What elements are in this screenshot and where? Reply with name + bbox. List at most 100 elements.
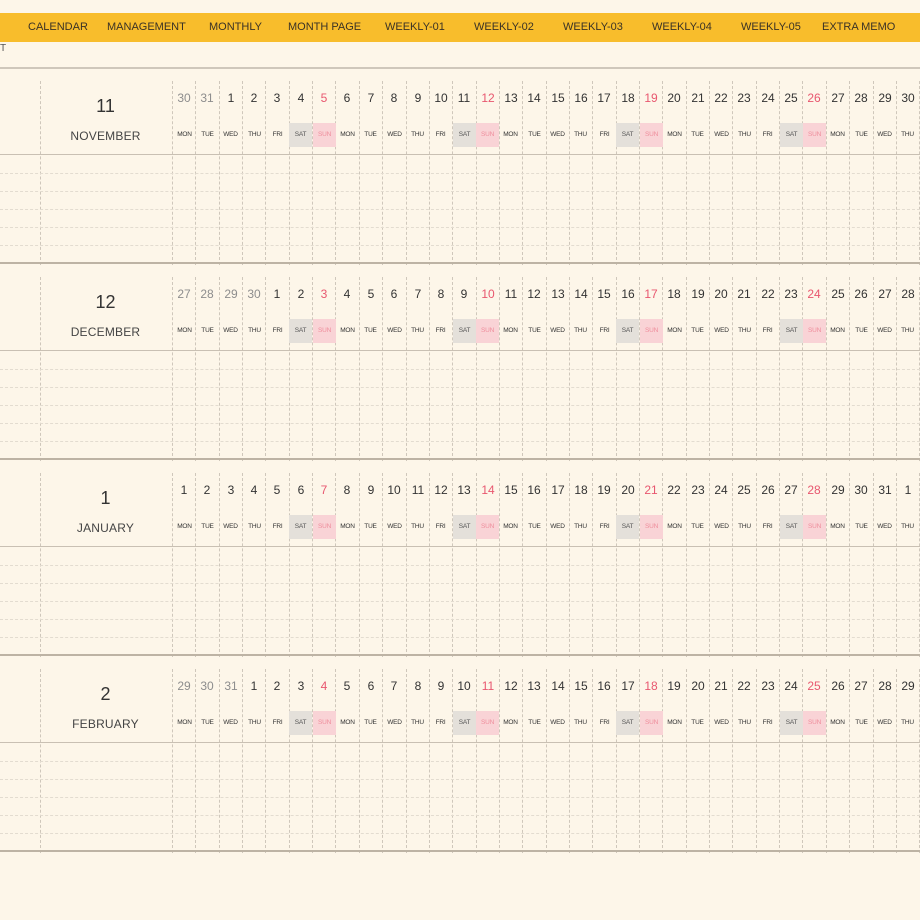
day-number[interactable]: 9 <box>452 287 476 301</box>
day-number[interactable]: 25 <box>732 483 756 497</box>
day-number[interactable]: 6 <box>335 91 359 105</box>
day-number[interactable]: 2 <box>289 287 313 301</box>
day-number[interactable]: 13 <box>499 91 523 105</box>
day-number[interactable]: 12 <box>522 287 546 301</box>
day-number[interactable]: 28 <box>195 287 219 301</box>
day-number[interactable]: 8 <box>335 483 359 497</box>
day-number[interactable]: 12 <box>499 679 523 693</box>
day-number[interactable]: 30 <box>195 679 219 693</box>
day-number[interactable]: 2 <box>242 91 266 105</box>
day-number[interactable]: 5 <box>335 679 359 693</box>
day-number[interactable]: 30 <box>896 91 920 105</box>
day-number[interactable]: 10 <box>452 679 476 693</box>
day-number[interactable]: 11 <box>499 287 523 301</box>
day-number[interactable]: 19 <box>592 483 616 497</box>
day-number[interactable]: 5 <box>359 287 383 301</box>
day-number[interactable]: 10 <box>429 91 453 105</box>
day-number[interactable]: 19 <box>639 91 663 105</box>
day-number[interactable]: 26 <box>826 679 850 693</box>
day-number[interactable]: 25 <box>802 679 826 693</box>
day-number[interactable]: 15 <box>499 483 523 497</box>
day-number[interactable]: 19 <box>686 287 710 301</box>
day-number[interactable]: 1 <box>172 483 196 497</box>
day-number[interactable]: 12 <box>429 483 453 497</box>
day-number[interactable]: 23 <box>732 91 756 105</box>
day-number[interactable]: 12 <box>476 91 500 105</box>
day-number[interactable]: 27 <box>779 483 803 497</box>
day-number[interactable]: 10 <box>382 483 406 497</box>
day-number[interactable]: 14 <box>546 679 570 693</box>
day-number[interactable]: 15 <box>546 91 570 105</box>
day-number[interactable]: 23 <box>779 287 803 301</box>
day-number[interactable]: 8 <box>429 287 453 301</box>
day-number[interactable]: 4 <box>312 679 336 693</box>
day-number[interactable]: 6 <box>359 679 383 693</box>
day-number[interactable]: 28 <box>849 91 873 105</box>
day-number[interactable]: 31 <box>219 679 243 693</box>
day-number[interactable]: 4 <box>335 287 359 301</box>
day-number[interactable]: 15 <box>592 287 616 301</box>
day-number[interactable]: 30 <box>849 483 873 497</box>
day-number[interactable]: 3 <box>219 483 243 497</box>
day-number[interactable]: 24 <box>779 679 803 693</box>
day-number[interactable]: 22 <box>709 91 733 105</box>
day-number[interactable]: 24 <box>802 287 826 301</box>
nav-tab-extra-memo[interactable]: EXTRA MEMO <box>822 13 895 42</box>
day-number[interactable]: 22 <box>756 287 780 301</box>
day-number[interactable]: 3 <box>265 91 289 105</box>
day-number[interactable]: 23 <box>686 483 710 497</box>
day-number[interactable]: 16 <box>592 679 616 693</box>
day-number[interactable]: 17 <box>592 91 616 105</box>
day-number[interactable]: 16 <box>616 287 640 301</box>
day-number[interactable]: 7 <box>406 287 430 301</box>
day-number[interactable]: 20 <box>616 483 640 497</box>
day-number[interactable]: 28 <box>896 287 920 301</box>
day-number[interactable]: 26 <box>756 483 780 497</box>
day-number[interactable]: 9 <box>406 91 430 105</box>
day-number[interactable]: 18 <box>662 287 686 301</box>
nav-tab-weekly-05[interactable]: WEEKLY-05 <box>741 13 801 42</box>
day-number[interactable]: 26 <box>849 287 873 301</box>
day-number[interactable]: 2 <box>265 679 289 693</box>
day-number[interactable]: 15 <box>569 679 593 693</box>
day-number[interactable]: 21 <box>709 679 733 693</box>
day-number[interactable]: 28 <box>873 679 897 693</box>
day-number[interactable]: 16 <box>522 483 546 497</box>
day-number[interactable]: 5 <box>265 483 289 497</box>
day-number[interactable]: 22 <box>662 483 686 497</box>
day-number[interactable]: 7 <box>382 679 406 693</box>
day-number[interactable]: 27 <box>849 679 873 693</box>
day-number[interactable]: 23 <box>756 679 780 693</box>
day-number[interactable]: 20 <box>686 679 710 693</box>
day-number[interactable]: 24 <box>709 483 733 497</box>
day-number[interactable]: 2 <box>195 483 219 497</box>
day-number[interactable]: 6 <box>382 287 406 301</box>
day-number[interactable]: 10 <box>476 287 500 301</box>
day-number[interactable]: 22 <box>732 679 756 693</box>
day-number[interactable]: 17 <box>546 483 570 497</box>
day-number[interactable]: 18 <box>616 91 640 105</box>
day-number[interactable]: 24 <box>756 91 780 105</box>
day-number[interactable]: 7 <box>312 483 336 497</box>
day-number[interactable]: 27 <box>826 91 850 105</box>
nav-tab-weekly-03[interactable]: WEEKLY-03 <box>563 13 623 42</box>
day-number[interactable]: 26 <box>802 91 826 105</box>
day-number[interactable]: 29 <box>873 91 897 105</box>
nav-tab-weekly-01[interactable]: WEEKLY-01 <box>385 13 445 42</box>
day-number[interactable]: 5 <box>312 91 336 105</box>
day-number[interactable]: 13 <box>522 679 546 693</box>
day-number[interactable]: 11 <box>452 91 476 105</box>
day-number[interactable]: 1 <box>265 287 289 301</box>
day-number[interactable]: 4 <box>289 91 313 105</box>
day-number[interactable]: 1 <box>242 679 266 693</box>
day-number[interactable]: 4 <box>242 483 266 497</box>
day-number[interactable]: 17 <box>639 287 663 301</box>
day-number[interactable]: 16 <box>569 91 593 105</box>
day-number[interactable]: 14 <box>476 483 500 497</box>
nav-tab-monthly[interactable]: MONTHLY <box>209 13 262 42</box>
day-number[interactable]: 29 <box>219 287 243 301</box>
day-number[interactable]: 9 <box>429 679 453 693</box>
nav-tab-weekly-04[interactable]: WEEKLY-04 <box>652 13 712 42</box>
nav-tab-month-page[interactable]: MONTH PAGE <box>288 13 361 42</box>
day-number[interactable]: 13 <box>546 287 570 301</box>
